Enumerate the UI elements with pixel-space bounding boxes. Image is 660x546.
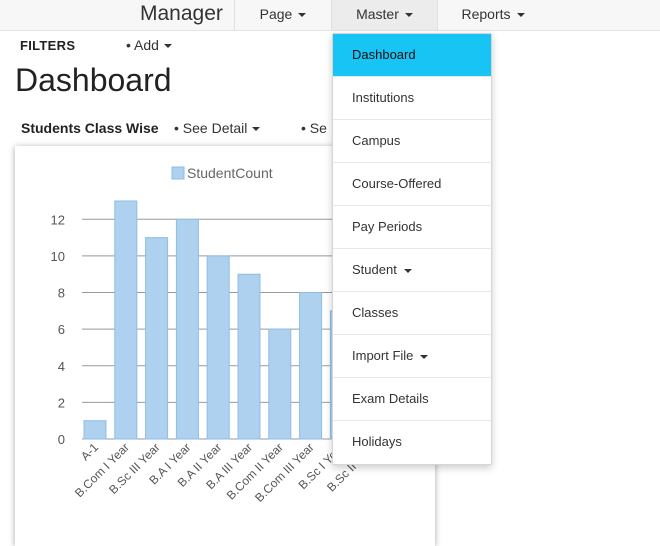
y-tick-label: 4 [58,359,65,374]
menu-item-label: Student [352,262,397,277]
menu-item-institutions[interactable]: Institutions [333,77,491,120]
chevron-down-icon [252,127,261,132]
menu-item-label: Pay Periods [352,219,423,234]
chart-bar [145,237,169,440]
menu-item-label: Holidays [352,434,402,449]
menu-item-exam-details[interactable]: Exam Details [333,378,491,421]
chart-bar [83,420,107,440]
widget-title: Students Class Wise [21,120,159,136]
nav-page-label: Page [259,6,293,22]
menu-item-label: Dashboard [352,47,416,62]
chevron-down-icon [420,354,429,359]
see-more-button[interactable]: • Se [301,120,327,136]
menu-item-classes[interactable]: Classes [333,292,491,335]
bullet-icon: • [126,37,131,53]
top-navbar: Manager Page Master Reports [0,0,660,31]
chevron-down-icon [163,44,172,49]
chart-bar [114,200,138,440]
master-dropdown-menu: Dashboard Institutions Campus Course-Off… [332,33,492,465]
filters-label: FILTERS [20,38,76,53]
y-tick-label: 12 [51,212,65,227]
bullet-icon: • [301,120,306,136]
menu-item-label: Institutions [352,90,415,105]
menu-item-campus[interactable]: Campus [333,120,491,163]
see-more-label: Se [309,120,327,136]
nav-master-label: Master [356,6,399,22]
menu-item-dashboard[interactable]: Dashboard [333,34,491,77]
nav-reports-label: Reports [461,6,511,22]
chevron-down-icon [404,13,413,18]
add-filter-label: Add [134,37,159,53]
x-tick-label: A-1 [78,440,101,463]
y-tick-label: 10 [51,249,65,264]
y-tick-label: 8 [58,286,65,301]
menu-item-import-file[interactable]: Import File [333,335,491,378]
menu-item-student[interactable]: Student [333,249,491,292]
menu-item-course-offered[interactable]: Course-Offered [333,163,491,206]
brand-title[interactable]: Manager [140,2,223,26]
y-tick-label: 2 [58,395,65,410]
nav-master-menu[interactable]: Master [331,0,437,30]
y-tick-label: 6 [58,322,65,337]
menu-item-label: Campus [352,133,401,148]
menu-item-label: Classes [352,305,399,320]
legend-swatch [171,166,185,180]
page-title: Dashboard [15,62,172,98]
menu-item-pay-periods[interactable]: Pay Periods [333,206,491,249]
chart-bar [175,218,199,440]
y-tick-label: 0 [58,432,65,447]
nav-reports-menu[interactable]: Reports [437,0,548,30]
legend-label: StudentCount [187,165,273,181]
menu-item-label: Course-Offered [352,176,442,191]
nav-page-menu[interactable]: Page [234,0,331,30]
menu-item-label: Import File [352,348,414,363]
menu-item-label: Exam Details [352,391,429,406]
chevron-down-icon [298,13,307,18]
see-detail-label: See Detail [182,120,248,136]
chart-bar [299,292,323,440]
chevron-down-icon [403,268,412,273]
menu-item-holidays[interactable]: Holidays [333,421,491,463]
chevron-down-icon [516,13,525,18]
chart-bar [206,255,230,440]
add-filter-button[interactable]: • Add [126,37,172,53]
chart-bar [237,273,261,440]
chart-bar [268,328,292,440]
see-detail-button[interactable]: • See Detail [174,120,261,136]
bullet-icon: • [174,120,179,136]
